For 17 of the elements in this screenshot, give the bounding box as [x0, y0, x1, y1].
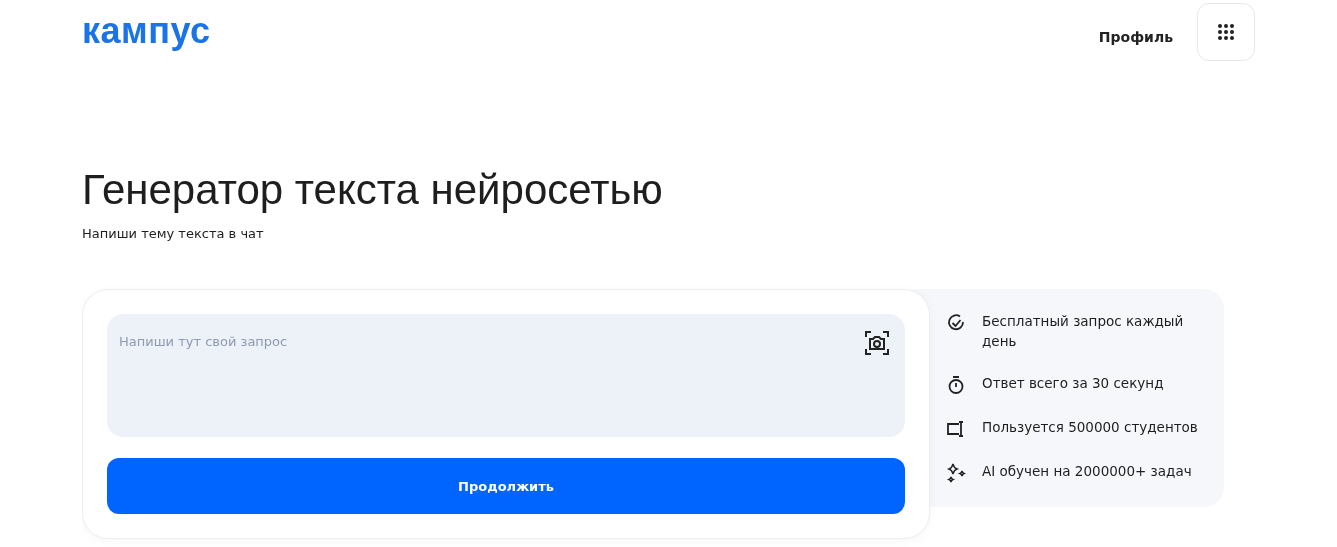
feature-text: Бесплатный запрос каждый день: [982, 312, 1185, 351]
logo[interactable]: кампус: [82, 10, 211, 52]
camera-icon[interactable]: [865, 331, 889, 355]
grid-icon: [1216, 22, 1236, 42]
page-title: Генератор текста нейросетью: [82, 166, 664, 214]
check-circle-icon: [946, 313, 966, 333]
device-icon: [946, 419, 966, 439]
request-field[interactable]: Напиши тут свой запрос: [107, 314, 905, 437]
apps-menu-button[interactable]: [1197, 3, 1255, 61]
sparkles-icon: [946, 463, 966, 483]
page-subtitle: Напиши тему текста в чат: [82, 226, 265, 241]
feature-text: AI обучен на 2000000+ задач: [982, 462, 1192, 481]
continue-button[interactable]: Продолжить: [107, 458, 905, 514]
feature-text: Пользуется 500000 студентов: [982, 418, 1198, 437]
profile-link[interactable]: Профиль: [1098, 29, 1173, 45]
feature-text: Ответ всего за 30 секунд: [982, 374, 1164, 393]
stopwatch-icon: [946, 375, 966, 395]
